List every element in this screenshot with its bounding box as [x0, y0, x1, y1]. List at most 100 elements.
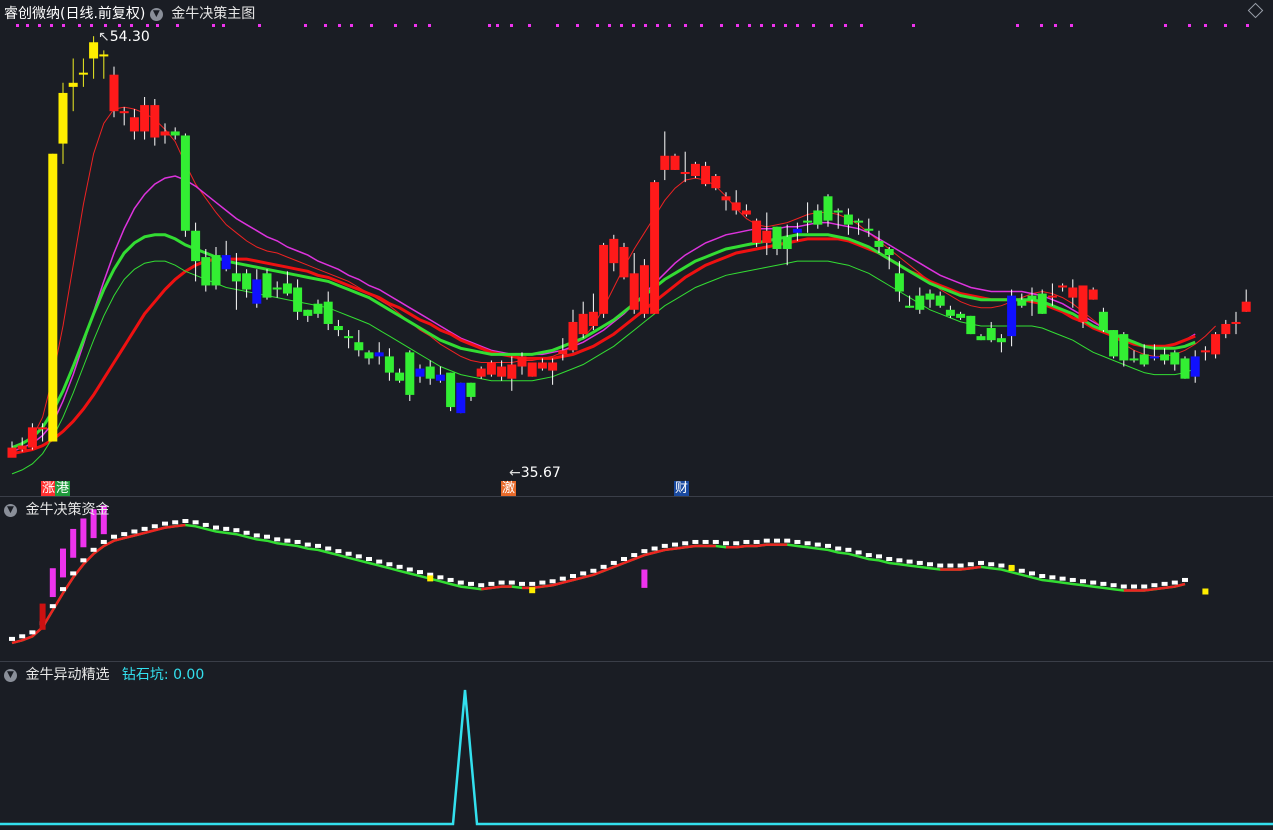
signal-dot [644, 24, 647, 27]
fund-line-up-segment [960, 566, 971, 571]
signal-dot [576, 24, 579, 27]
main-indicator-name[interactable]: 金牛决策主图 [171, 6, 255, 22]
candle-body [1139, 354, 1149, 365]
fund-marker [570, 574, 576, 579]
fund-marker [590, 568, 597, 573]
fund-marker [141, 526, 148, 531]
candle-body [537, 362, 547, 369]
fund-line-up-segment [664, 547, 676, 552]
candle-body [976, 336, 986, 341]
fund-marker [825, 543, 831, 548]
stock-title[interactable]: 睿创微纳(日线.前复权) [4, 6, 145, 22]
fund-magenta-bar [60, 548, 66, 578]
panel-divider-2 [0, 661, 1273, 662]
fund-marker [447, 577, 454, 582]
chevron-down-icon[interactable]: ▼ [4, 503, 17, 517]
fund-marker [1080, 579, 1086, 584]
fund-indicator-name[interactable]: 金牛决策资金 [25, 502, 109, 518]
candle-body [384, 356, 394, 373]
candle-body [262, 273, 272, 298]
signal-dot [78, 24, 81, 27]
candle-body [160, 131, 170, 136]
signal-dot [370, 24, 373, 27]
candle-body [843, 214, 853, 225]
chart-background [0, 0, 1273, 830]
candle-body [497, 366, 507, 377]
candle-body [221, 255, 231, 270]
fund-marker [753, 539, 760, 544]
candle-body [211, 255, 221, 286]
candle-body [996, 338, 1006, 343]
signal-dot [748, 24, 751, 27]
signal-indicator-name[interactable]: 金牛异动精选 [25, 667, 109, 683]
tag-hk-connect[interactable]: 港 [55, 481, 71, 496]
fund-magenta-bar [80, 518, 87, 548]
signal-dot [620, 24, 623, 27]
tag-excite[interactable]: 激 [501, 481, 517, 496]
signal-dot [90, 24, 93, 27]
signal-dot [1040, 24, 1043, 27]
fund-marker [396, 564, 403, 569]
candle-body [201, 257, 211, 286]
chevron-down-icon[interactable]: ▼ [4, 668, 17, 682]
signal-dot [414, 24, 417, 27]
candle-body [905, 305, 915, 308]
candle-body [721, 196, 731, 201]
fund-marker [855, 550, 862, 555]
fund-marker [1161, 581, 1168, 586]
fund-marker [692, 539, 699, 544]
fund-marker [315, 543, 321, 548]
fund-marker [621, 556, 627, 561]
fund-marker [580, 571, 587, 576]
fund-yellow-marker [427, 575, 434, 582]
fund-line-up-segment [1164, 585, 1175, 590]
fund-marker [814, 542, 821, 547]
signal-dot [528, 24, 531, 27]
tag-finance[interactable]: 财 [674, 481, 690, 496]
fund-marker [1059, 576, 1066, 581]
fund-magenta-bar [641, 569, 648, 588]
signal-panel-header: ▼ 金牛异动精选 钻石坑: 0.00 [4, 664, 204, 684]
candle-body [435, 374, 445, 381]
fund-marker [998, 563, 1005, 568]
tag-limit-up[interactable]: 涨 [41, 481, 57, 496]
signal-dot [130, 24, 133, 27]
signal-dot [428, 24, 431, 27]
candle-body [7, 447, 17, 458]
candle-body [823, 196, 833, 221]
fund-marker [1141, 584, 1148, 589]
chevron-down-icon[interactable]: ▼ [149, 7, 163, 21]
fund-marker [1100, 581, 1107, 586]
candle-body [731, 202, 741, 211]
candle-body [915, 295, 925, 310]
chart-canvas[interactable] [0, 0, 1273, 830]
fund-marker [845, 547, 852, 552]
signal-dot [16, 24, 19, 27]
fund-marker [60, 587, 66, 592]
signal-dot [1204, 24, 1207, 27]
candle-body [303, 309, 313, 316]
signal-dot [700, 24, 703, 27]
signal-dot [258, 24, 261, 27]
fund-marker [702, 539, 709, 544]
signal-dot [304, 24, 307, 27]
candle-body [670, 155, 680, 170]
candle-body [476, 368, 486, 377]
fund-marker [1018, 568, 1025, 573]
fund-marker [1182, 577, 1188, 582]
candle-body [1200, 350, 1210, 353]
candle-body [425, 366, 435, 379]
candle-body [344, 336, 354, 339]
signal-dot [38, 24, 41, 27]
signal-dot [1188, 24, 1191, 27]
signal-dot [844, 24, 847, 27]
candle-body [599, 244, 609, 314]
fund-marker [253, 533, 260, 538]
candle-body [986, 328, 996, 341]
candle-body [588, 311, 598, 326]
candle-body [1180, 358, 1190, 379]
candle-body [180, 135, 190, 231]
candle-body [650, 182, 660, 314]
fund-line-up-segment [164, 525, 176, 529]
fund-marker [794, 539, 801, 544]
